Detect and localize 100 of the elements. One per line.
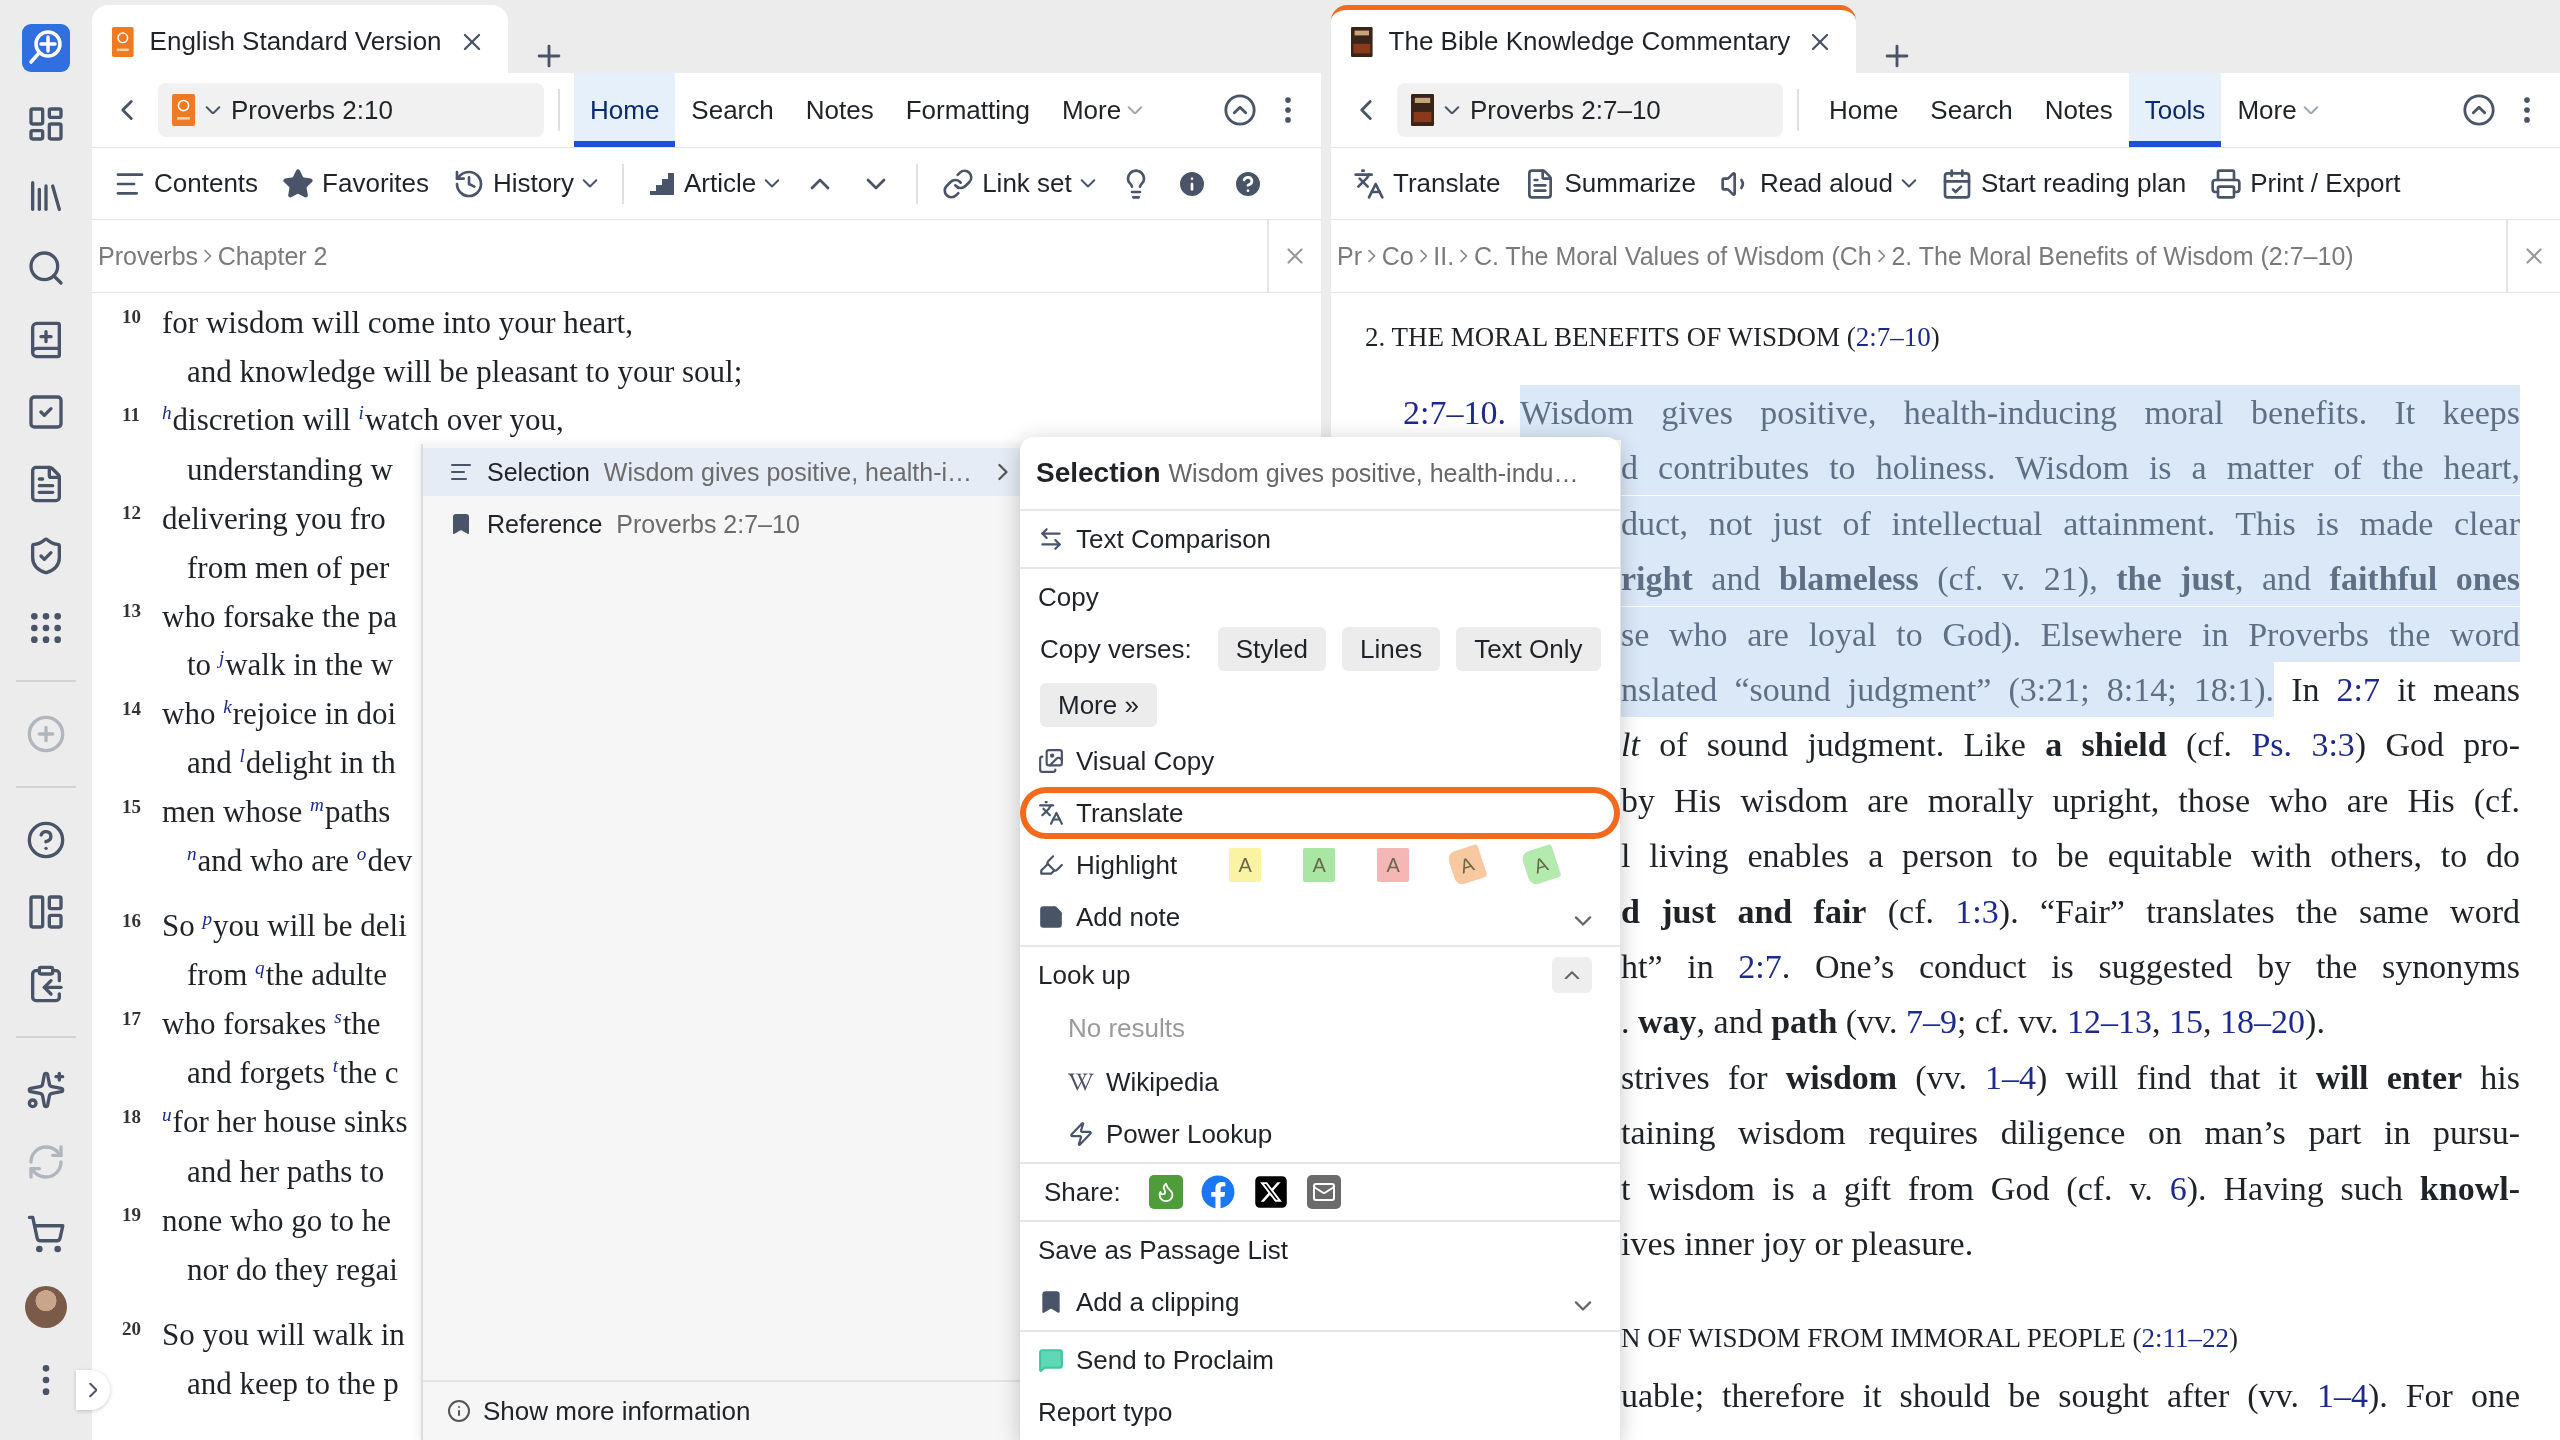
reference-selector[interactable]: Proverbs 2:7–10 — [1397, 83, 1783, 137]
flame-app-icon[interactable] — [1148, 1175, 1183, 1209]
reference-link[interactable]: 1–4 — [1985, 1058, 2037, 1096]
menu-item[interactable]: Report typo — [1020, 1386, 1620, 1438]
menu-item[interactable]: Power Lookup — [1020, 1108, 1620, 1160]
translate-icon[interactable] — [1353, 167, 1385, 200]
menu-item[interactable]: Text Comparison — [1020, 513, 1620, 565]
breadcrumb-item[interactable]: Chapter 2 — [217, 241, 328, 271]
dashboard-icon[interactable] — [26, 104, 66, 144]
ribbon-tab[interactable]: Search — [675, 73, 790, 147]
search-icon[interactable] — [26, 248, 66, 288]
document-tab[interactable]: The Bible Knowledge Commentary — [1331, 5, 1857, 73]
reference-link[interactable]: 15 — [2169, 1003, 2204, 1041]
highlight-swatch[interactable]: A — [1303, 848, 1336, 882]
toolbar-button[interactable]: Print / Export — [2210, 167, 2401, 200]
verse-line: to $^{j}$walk in the w — [186, 647, 394, 684]
reference-link[interactable]: 18–20 — [2220, 1003, 2306, 1041]
toolbar-button[interactable]: Summarize — [1524, 167, 1696, 200]
menu-item[interactable]: Add note — [1020, 891, 1620, 943]
copy-option-button[interactable]: Text Only — [1456, 627, 1601, 671]
highlight-swatch[interactable]: A — [1446, 843, 1488, 887]
book-cover-icon — [1411, 94, 1435, 126]
breadcrumb-item[interactable]: Co — [1381, 241, 1414, 271]
reference-link[interactable]: Ps. 3:3 — [2251, 726, 2355, 764]
verse-line: delivering you fro — [162, 500, 386, 537]
ribbon-tab[interactable]: More — [2221, 73, 2335, 147]
ribbon-tab[interactable]: Notes — [789, 73, 890, 147]
collapse-icon[interactable] — [1223, 93, 1257, 127]
menu-item[interactable]: Copy — [1020, 571, 1620, 623]
ribbon-tab[interactable]: Home — [574, 73, 676, 147]
toolbar-button[interactable]: Link set — [942, 167, 1096, 200]
menu-item[interactable]: Send to Proclaim — [1020, 1334, 1620, 1386]
breadcrumb-item[interactable]: Pr — [1337, 241, 1362, 271]
no-results-text: No results — [1067, 1012, 1187, 1045]
reference-link[interactable]: 2:11–22 — [2141, 1322, 2230, 1353]
toolbar-button[interactable]: Translate — [1353, 167, 1501, 200]
verse-line: for wisdom will come into your heart, — [162, 304, 633, 341]
ribbon-tab[interactable]: Search — [1914, 73, 2029, 147]
x-logo-icon[interactable] — [1252, 1174, 1289, 1210]
reference-link[interactable]: 12–13 — [2067, 1003, 2153, 1041]
breadcrumb-item[interactable]: 2. The Moral Benefits of Wisdom (2:7–10) — [1891, 241, 2354, 271]
sparkle-icon[interactable] — [26, 1070, 66, 1110]
reference-link[interactable]: 1:3 — [1955, 892, 1999, 930]
caret-icon — [764, 179, 781, 188]
ribbon-tab[interactable]: More — [1045, 73, 1160, 147]
copy-option-button[interactable]: Lines — [1342, 627, 1441, 671]
breadcrumb-item[interactable]: II. — [1433, 241, 1455, 271]
reference-selector[interactable]: Proverbs 2:10 — [158, 83, 544, 137]
facebook-icon[interactable] — [1200, 1175, 1235, 1209]
toolbar-button[interactable]: Start reading plan — [1940, 167, 2187, 200]
caret-icon — [1444, 105, 1461, 115]
highlight-swatch[interactable]: A — [1520, 843, 1562, 887]
highlight-swatch[interactable]: A — [1229, 848, 1262, 882]
verse-line: none who go to he — [162, 1202, 392, 1239]
copy-option-button[interactable]: Styled — [1217, 627, 1326, 671]
menu-item[interactable]: Wikipedia — [1020, 1056, 1620, 1108]
toolbar-button[interactable]: Read aloud — [1719, 167, 1917, 200]
reference-link[interactable]: 2:7 — [1738, 948, 1782, 986]
help-icon[interactable] — [26, 820, 66, 860]
ribbon-tab[interactable]: Home — [1813, 73, 1915, 147]
app-logo[interactable] — [22, 24, 70, 72]
toolbar-button[interactable]: History — [453, 167, 598, 200]
avatar[interactable] — [25, 1286, 67, 1328]
reference-link[interactable]: 7–9 — [1905, 1003, 1957, 1041]
collapse-icon[interactable] — [2462, 93, 2496, 127]
popup-row[interactable]: Reference Proverbs 2:7–10 — [423, 500, 1022, 548]
menu-item[interactable]: Add a clipping — [1020, 1276, 1620, 1328]
menu-item[interactable]: Look up — [1020, 949, 1620, 1001]
toolbar-button[interactable]: Article — [647, 168, 781, 199]
printer-icon[interactable] — [2210, 167, 2243, 200]
marker-icon — [1038, 852, 1064, 878]
layout-icon[interactable] — [26, 892, 66, 932]
reference-link[interactable]: 1–4 — [2316, 1376, 2368, 1414]
ribbon-tab[interactable]: Notes — [2028, 73, 2129, 147]
mail-icon[interactable] — [1306, 1175, 1341, 1209]
copy-option-button[interactable]: More » — [1040, 683, 1157, 727]
menu-item[interactable]: Translate — [1020, 787, 1620, 839]
menu-item[interactable]: Save as Passage List — [1020, 1224, 1620, 1276]
commentary-line: strives for wisdom (vv. 1–4) will find that it will enter his — [1621, 1057, 2520, 1098]
reference-link[interactable]: 6 — [2169, 1169, 2187, 1207]
link-icon[interactable] — [942, 167, 975, 200]
collapse-button[interactable] — [1552, 957, 1592, 993]
reference-link[interactable]: 2:7–10. — [1403, 394, 1506, 431]
document-tab[interactable]: English Standard Version — [92, 5, 508, 73]
star-icon[interactable] — [282, 167, 315, 200]
ribbon-tab[interactable]: Tools — [2128, 73, 2222, 147]
breadcrumb-item[interactable]: Proverbs — [98, 241, 199, 271]
toolbar-button[interactable]: Favorites — [282, 167, 429, 200]
toolbar-button[interactable]: Contents — [114, 167, 259, 200]
ribbon-tab[interactable]: Formatting — [889, 73, 1046, 147]
caret-icon — [1574, 1300, 1592, 1311]
reference-link[interactable]: 2:7–10 — [1855, 322, 1931, 352]
breadcrumb-item[interactable]: C. The Moral Values of Wisdom (Ch — [1473, 241, 1872, 271]
menu-item[interactable]: Visual Copy — [1020, 735, 1620, 787]
expand-button[interactable] — [76, 1370, 110, 1410]
reference-link[interactable]: 2:7 — [2336, 671, 2381, 709]
popup-row[interactable]: Selection Wisdom gives positive, health-i… — [423, 448, 1022, 496]
cart-icon[interactable] — [26, 1214, 66, 1254]
checkbox-icon[interactable] — [26, 392, 66, 432]
lightning-icon — [1068, 1121, 1094, 1147]
